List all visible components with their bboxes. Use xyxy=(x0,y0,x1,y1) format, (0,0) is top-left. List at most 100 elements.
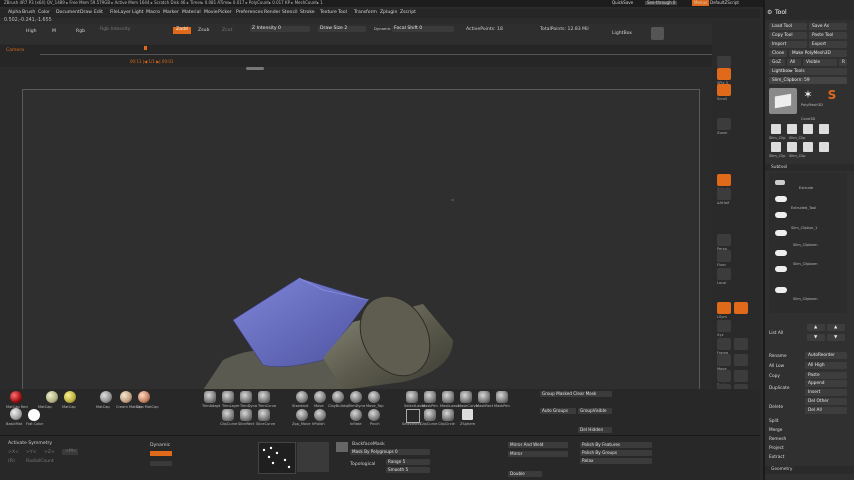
r-sym-button[interactable]: (R) xyxy=(8,459,15,465)
del-hidden-button[interactable]: Del Hidden xyxy=(578,427,612,433)
right-shelf-button-persp[interactable] xyxy=(717,234,731,246)
menu-color[interactable]: Color xyxy=(38,10,50,16)
move-top-brush-icon[interactable] xyxy=(368,391,380,403)
right-shelf-button-aahalf[interactable] xyxy=(717,188,731,200)
slice-curve-brush-icon[interactable] xyxy=(258,409,270,421)
copy-button[interactable]: Copy xyxy=(769,374,780,379)
make-polymesh-button[interactable]: Make PolyMesh3D xyxy=(789,50,847,57)
mask-curve-icon[interactable] xyxy=(460,391,472,403)
gear-icon[interactable]: ⚙ xyxy=(767,9,772,16)
menu-file[interactable]: File xyxy=(110,10,118,16)
group-visible-button[interactable]: GroupVisible xyxy=(578,408,612,414)
menu-alpha[interactable]: Alpha xyxy=(8,10,21,16)
menu-texture[interactable]: Texture xyxy=(320,10,337,16)
tool-thumb-c[interactable] xyxy=(803,124,813,134)
menu-stroke[interactable]: Stroke xyxy=(300,10,315,16)
copy-tool-button[interactable]: Copy Tool xyxy=(769,32,807,39)
clip-curve-icon-2[interactable] xyxy=(424,409,436,421)
menu-zscript[interactable]: Zscript xyxy=(400,10,416,16)
right-shelf-button-col2-1[interactable] xyxy=(734,338,748,350)
list-all-button[interactable]: List All xyxy=(769,331,783,336)
subtool-item-1[interactable]: Extrude xyxy=(799,186,813,190)
matcap-red-icon[interactable] xyxy=(10,391,22,403)
right-shelf-button-actual[interactable] xyxy=(717,174,731,186)
radial-count-slider[interactable]: RadialCount xyxy=(26,459,54,465)
all-low-button[interactable]: All Low xyxy=(769,364,784,369)
alpha-preview[interactable] xyxy=(297,442,329,472)
load-tool-button[interactable]: Load Tool xyxy=(769,23,807,30)
menu-transform[interactable]: Transform xyxy=(354,10,377,16)
rgb-intensity-slider[interactable]: Rgb Intensity xyxy=(100,27,130,33)
r-button[interactable]: R xyxy=(839,59,847,66)
topological-button[interactable]: Topological xyxy=(350,462,375,468)
mask-pen-icon-2[interactable] xyxy=(496,391,508,403)
dynamic-toggle[interactable] xyxy=(150,451,172,456)
del-other-button[interactable]: Del Other xyxy=(805,398,847,405)
quicksave-button[interactable]: QuickSave xyxy=(612,1,633,5)
menu-edit[interactable]: Edit xyxy=(94,10,103,16)
zsphere-s-icon[interactable]: S xyxy=(825,88,839,102)
menu-material[interactable]: Material xyxy=(182,10,201,16)
right-shelf-button-zoom[interactable] xyxy=(717,118,731,130)
smooth-slider[interactable]: Smooth 5 xyxy=(386,467,430,473)
menu-picker[interactable]: Picker xyxy=(218,10,232,16)
export-button[interactable]: Export xyxy=(809,41,847,48)
right-shelf-button-frame[interactable] xyxy=(717,338,731,350)
backface-mask-icon[interactable] xyxy=(336,442,348,452)
menu-light[interactable]: Light xyxy=(132,10,143,16)
trim-dyna-brush-icon[interactable] xyxy=(240,391,252,403)
tool-thumb-g[interactable] xyxy=(803,142,813,152)
tool-thumb-d[interactable] xyxy=(819,124,829,134)
symmetry-y-button[interactable]: >Y< xyxy=(26,450,37,456)
backface-mask-button[interactable]: BackfaceMask xyxy=(352,442,385,448)
rename-button[interactable]: Rename xyxy=(769,354,787,359)
mirror-button[interactable]: Mirror xyxy=(508,451,568,457)
clip-curve-brush-icon[interactable] xyxy=(222,409,234,421)
z-intensity-slider[interactable]: Z Intensity 0 xyxy=(250,26,310,32)
mask-rect-icon[interactable] xyxy=(478,391,490,403)
mask-pen-icon[interactable] xyxy=(424,391,436,403)
pinch-brush-icon[interactable] xyxy=(368,409,380,421)
mirror-and-weld-button[interactable]: Mirror And Weld xyxy=(508,442,568,448)
visible-button[interactable]: Visible xyxy=(803,59,837,66)
subtool-header[interactable]: Subtool xyxy=(765,164,854,171)
down-arrow-icon-2[interactable]: ▼ xyxy=(827,334,845,341)
star-icon[interactable]: ✶ xyxy=(801,88,815,102)
right-shelf-button-col2-0[interactable] xyxy=(734,302,748,314)
slice-rect-brush-icon[interactable] xyxy=(240,409,252,421)
duplicate-button[interactable]: Duplicate xyxy=(769,386,789,391)
menu-zplugin[interactable]: Zplugin xyxy=(380,10,397,16)
trim-curve-brush-icon[interactable] xyxy=(258,391,270,403)
trim-layer-brush-icon[interactable] xyxy=(222,391,234,403)
select-rect-icon[interactable] xyxy=(406,409,420,423)
polish-by-features-slider[interactable]: Polish By Features xyxy=(580,442,652,448)
menu-stencil[interactable]: Stencil xyxy=(282,10,298,16)
menu-document[interactable]: Document xyxy=(56,10,80,16)
lightbox-tools-button[interactable]: Lightbox▸ Tools xyxy=(769,68,847,75)
timeline-marker[interactable] xyxy=(144,46,147,50)
lightbox-button[interactable]: LightBox xyxy=(612,31,632,37)
matcap-icon-2[interactable] xyxy=(64,391,76,403)
right-shelf-button-scroll[interactable] xyxy=(717,84,731,96)
stroke-preview[interactable] xyxy=(258,442,296,474)
symmetry-z-button[interactable]: >Z< xyxy=(44,450,55,456)
activate-symmetry-button[interactable]: Activate Symmetry xyxy=(8,441,52,447)
tool-thumb-h[interactable] xyxy=(819,142,829,152)
menu-draw[interactable]: Draw xyxy=(80,10,92,16)
zcut-button[interactable]: Zcut xyxy=(222,28,232,34)
geometry-header[interactable]: Geometry xyxy=(765,466,854,474)
standard-brush-icon[interactable] xyxy=(296,391,308,403)
tool-thumb-b[interactable] xyxy=(787,124,797,134)
inflate-brush-icon[interactable] xyxy=(350,409,362,421)
dynamic-slider[interactable] xyxy=(150,461,172,466)
canvas-viewport[interactable] xyxy=(22,89,700,391)
menu-render[interactable]: Render xyxy=(264,10,280,16)
menu-preferences[interactable]: Preferences xyxy=(236,10,263,16)
up-arrow-icon[interactable]: ▲ xyxy=(807,324,825,331)
right-shelf-button-scale[interactable] xyxy=(717,370,731,382)
clay-buildup-brush-icon[interactable] xyxy=(332,391,344,403)
subtool-item-2[interactable]: Extruded_Tool xyxy=(791,206,816,210)
group-masked-button[interactable]: Group Masked Clear Mask xyxy=(540,391,612,397)
right-shelf-button-col2-3[interactable] xyxy=(734,370,748,382)
dynamic-button[interactable]: Dynamic xyxy=(374,27,391,31)
